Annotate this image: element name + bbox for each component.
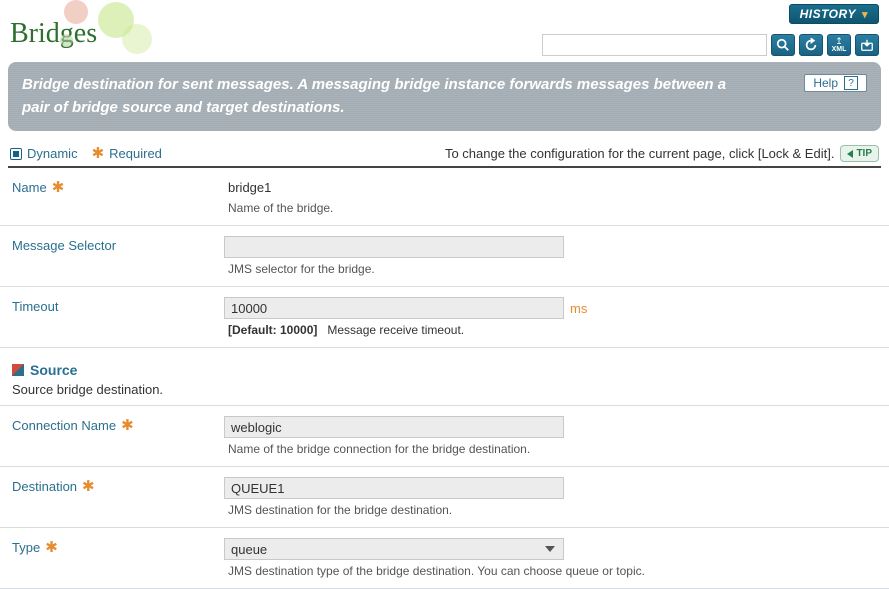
row-destination: Destination ✱ JMS destination for the br…	[0, 467, 889, 528]
required-marker-icon: ✱	[92, 146, 105, 161]
history-label: HISTORY	[800, 7, 856, 21]
refresh-icon	[804, 38, 818, 52]
label-connection-name: Connection Name	[12, 418, 116, 433]
history-button[interactable]: HISTORY ▾	[789, 4, 879, 24]
label-type: Type	[12, 540, 40, 555]
input-timeout[interactable]	[224, 297, 564, 319]
select-type[interactable]: queue	[224, 538, 564, 560]
legend-required: ✱ Required	[92, 146, 162, 161]
desc-type: JMS destination type of the bridge desti…	[224, 564, 881, 578]
value-name: bridge1	[224, 178, 881, 197]
tip-text: To change the configuration for the curr…	[445, 146, 835, 161]
default-timeout: [Default: 10000]	[228, 323, 317, 337]
section-source: Source Source bridge destination.	[0, 348, 889, 406]
search-input[interactable]	[542, 34, 767, 56]
section-title-source: Source	[30, 362, 77, 378]
required-marker-icon: ✱	[52, 180, 65, 195]
row-type: Type ✱ queue JMS destination type of the…	[0, 528, 889, 589]
description-banner: Bridge destination for sent messages. A …	[8, 62, 881, 131]
input-connection-name[interactable]	[224, 416, 564, 438]
row-name: Name ✱ bridge1 Name of the bridge.	[0, 168, 889, 226]
import-button[interactable]	[855, 34, 879, 56]
search-button[interactable]	[771, 34, 795, 56]
required-marker-icon: ✱	[121, 418, 134, 433]
help-button[interactable]: Help ?	[804, 74, 867, 92]
search-icon	[776, 38, 790, 52]
row-timeout: Timeout ms [Default: 10000] Message rece…	[0, 287, 889, 348]
required-marker-icon: ✱	[45, 540, 58, 555]
row-message-selector: Message Selector JMS selector for the br…	[0, 226, 889, 287]
label-destination: Destination	[12, 479, 77, 494]
desc-message-selector: JMS selector for the bridge.	[224, 262, 881, 276]
xml-export-button[interactable]: ↥XML	[827, 34, 851, 56]
input-destination[interactable]	[224, 477, 564, 499]
unit-timeout: ms	[564, 301, 587, 316]
tip-badge: TIP	[840, 145, 879, 162]
label-name: Name	[12, 180, 47, 195]
required-marker-icon: ✱	[82, 479, 95, 494]
section-desc-source: Source bridge destination.	[12, 382, 881, 397]
help-label: Help	[813, 76, 838, 90]
export-icon	[832, 38, 846, 52]
input-message-selector[interactable]	[224, 236, 564, 258]
section-icon	[12, 364, 24, 376]
chevron-down-icon: ▾	[862, 8, 868, 21]
banner-text: Bridge destination for sent messages. A …	[22, 74, 742, 119]
label-timeout: Timeout	[12, 299, 58, 314]
desc-name: Name of the bridge.	[224, 201, 881, 215]
desc-destination: JMS destination for the bridge destinati…	[224, 503, 881, 517]
desc-connection-name: Name of the bridge connection for the br…	[224, 442, 881, 456]
desc-timeout: Message receive timeout.	[327, 323, 464, 337]
label-message-selector: Message Selector	[12, 238, 116, 253]
refresh-button[interactable]	[799, 34, 823, 56]
dynamic-marker-icon	[10, 148, 22, 160]
import-icon	[860, 38, 874, 52]
legend-dynamic: Dynamic	[10, 146, 78, 161]
row-connection-name: Connection Name ✱ Name of the bridge con…	[0, 406, 889, 467]
help-icon: ?	[844, 76, 858, 90]
